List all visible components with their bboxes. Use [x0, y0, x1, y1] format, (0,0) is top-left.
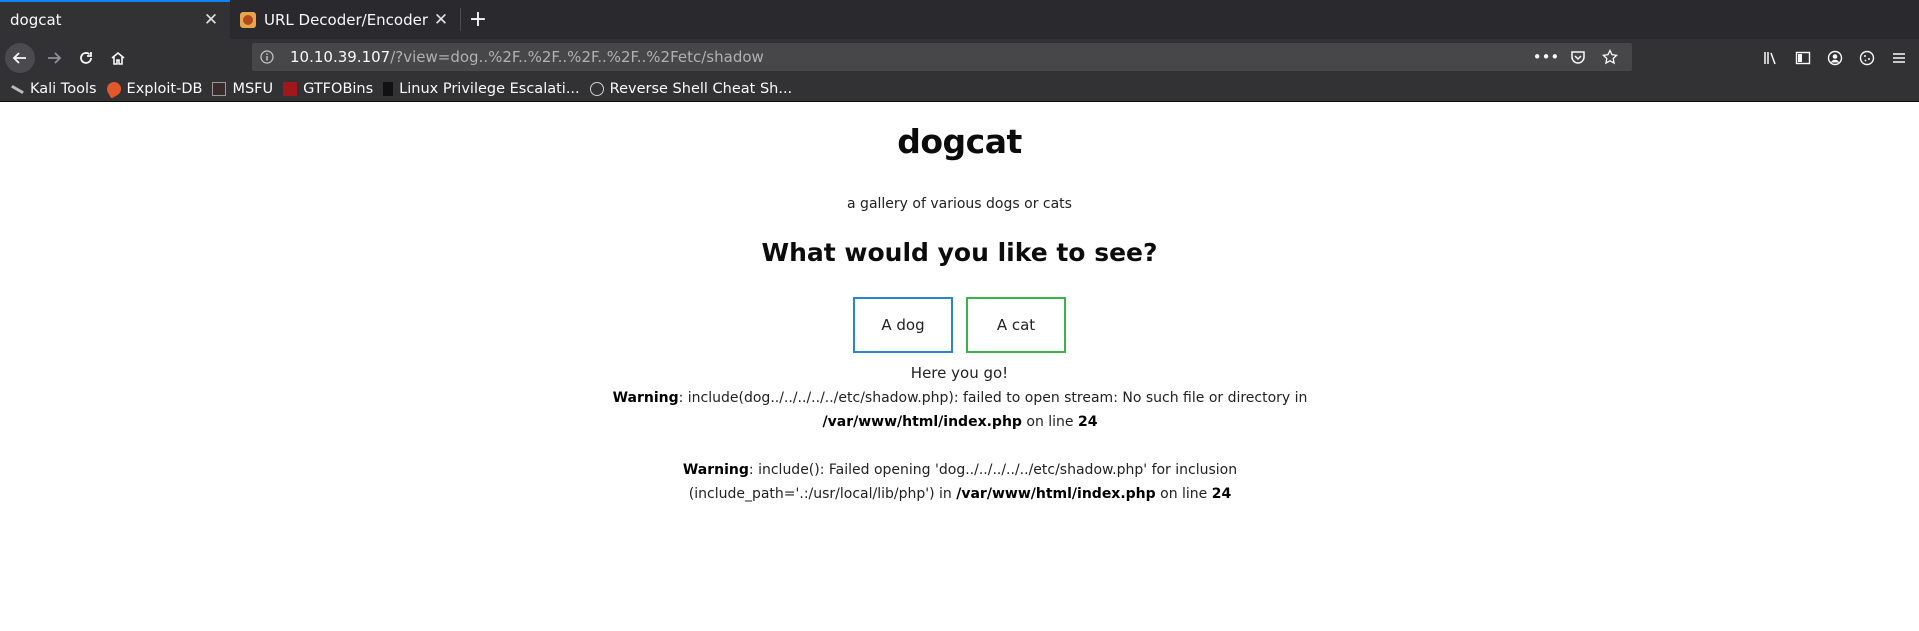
close-tab-icon[interactable]: ✕: [428, 7, 454, 33]
bookmarks-toolbar: Kali Tools Exploit-DB MSFU GTFOBins Linu…: [0, 76, 1919, 102]
warning-line-number: 24: [1078, 414, 1098, 430]
msfu-icon: [212, 81, 227, 96]
prompt-heading: What would you like to see?: [761, 238, 1158, 267]
navigation-toolbar: 10.10.39.107/?view=dog..%2F..%2F..%2F..%…: [0, 39, 1919, 76]
tab-title: URL Decoder/Encoder: [264, 10, 428, 29]
gtfobins-icon: [283, 81, 298, 96]
bookmark-label: Linux Privilege Escalati...: [399, 80, 580, 97]
back-button[interactable]: [5, 42, 35, 73]
pocket-icon[interactable]: [1564, 45, 1592, 69]
page-content: dogcat a gallery of various dogs or cats…: [0, 102, 1919, 631]
bookmark-label: Exploit-DB: [126, 80, 203, 97]
result-text: Here you go!: [910, 364, 1009, 382]
url-text[interactable]: 10.10.39.107/?view=dog..%2F..%2F..%2F..%…: [282, 48, 1532, 66]
tab-strip: dogcat ✕ URL Decoder/Encoder ✕ +: [0, 0, 1919, 39]
back-arrow-icon: [12, 51, 26, 64]
bookmark-label: MSFU: [232, 80, 274, 97]
bookmark-exploit-db[interactable]: Exploit-DB: [103, 78, 203, 99]
page-subtitle: a gallery of various dogs or cats: [847, 196, 1072, 212]
url-host: 10.10.39.107: [290, 48, 391, 66]
library-button[interactable]: [1755, 42, 1787, 74]
warning-file: /var/www/html/index.php: [956, 486, 1156, 502]
globe-icon: [589, 81, 604, 96]
close-tab-icon[interactable]: ✕: [198, 7, 224, 33]
tab-dogcat[interactable]: dogcat ✕: [0, 0, 230, 39]
bookmark-label: Reverse Shell Cheat Sh...: [609, 80, 793, 97]
home-icon: [111, 51, 125, 65]
reload-button[interactable]: [70, 42, 102, 74]
tab-title: dogcat: [10, 10, 62, 29]
cat-button[interactable]: A cat: [966, 297, 1066, 353]
bookmark-label: GTFOBins: [303, 80, 374, 97]
menu-button[interactable]: [1883, 42, 1915, 74]
sidebar-button[interactable]: [1787, 42, 1819, 74]
bookmark-linux-privesc[interactable]: Linux Privilege Escalati...: [383, 80, 580, 97]
bookmark-kali-tools[interactable]: Kali Tools: [10, 81, 97, 97]
address-bar[interactable]: 10.10.39.107/?view=dog..%2F..%2F..%2F..%…: [252, 43, 1632, 71]
kali-icon: [10, 82, 24, 96]
warning-label: Warning: [682, 462, 749, 478]
warning-message: : include(dog../../../../../etc/shadow.p…: [678, 390, 1308, 406]
warning-label: Warning: [612, 390, 679, 406]
extension-button[interactable]: [1851, 42, 1883, 74]
hamburger-menu-icon: [1893, 52, 1905, 63]
bookmark-msfu[interactable]: MSFU: [212, 81, 273, 97]
url-actions: •••: [1532, 45, 1632, 69]
php-warning: Warning: include(): Failed opening 'dog.…: [580, 458, 1340, 506]
page-title: dogcat: [897, 122, 1022, 161]
account-icon: [1827, 50, 1843, 65]
warning-line-text: on line: [1021, 414, 1078, 430]
favicon-icon: [240, 11, 256, 28]
home-button[interactable]: [102, 42, 134, 74]
tab-url-decoder[interactable]: URL Decoder/Encoder ✕: [230, 0, 460, 39]
new-tab-button[interactable]: +: [461, 0, 495, 39]
bookmark-star-icon[interactable]: [1596, 45, 1624, 69]
forward-arrow-icon: [48, 51, 62, 64]
linux-icon: [383, 81, 394, 96]
warning-line-number: 24: [1211, 486, 1232, 502]
warning-line-text: on line: [1155, 486, 1212, 502]
warning-file: /var/www/html/index.php: [822, 414, 1022, 430]
php-warning: Warning: include(dog../../../../../etc/s…: [580, 386, 1340, 434]
sidebar-icon: [1795, 51, 1811, 64]
forward-button[interactable]: [38, 42, 70, 74]
cookie-extension-icon: [1859, 50, 1875, 65]
exploit-db-icon: [103, 78, 124, 99]
bookmark-label: Kali Tools: [30, 80, 97, 97]
bookmark-gtfobins[interactable]: GTFOBins: [283, 81, 373, 97]
toolbar-right: [1755, 39, 1919, 76]
bookmark-reverse-shell[interactable]: Reverse Shell Cheat Sh...: [589, 80, 793, 97]
url-path: /?view=dog..%2F..%2F..%2F..%2F..%2Fetc/s…: [390, 48, 764, 66]
dog-button[interactable]: A dog: [853, 297, 953, 353]
page-actions-icon[interactable]: •••: [1532, 45, 1560, 69]
reload-icon: [80, 51, 92, 64]
site-info-icon[interactable]: [252, 50, 282, 64]
account-button[interactable]: [1819, 42, 1851, 74]
library-icon: [1764, 51, 1776, 64]
